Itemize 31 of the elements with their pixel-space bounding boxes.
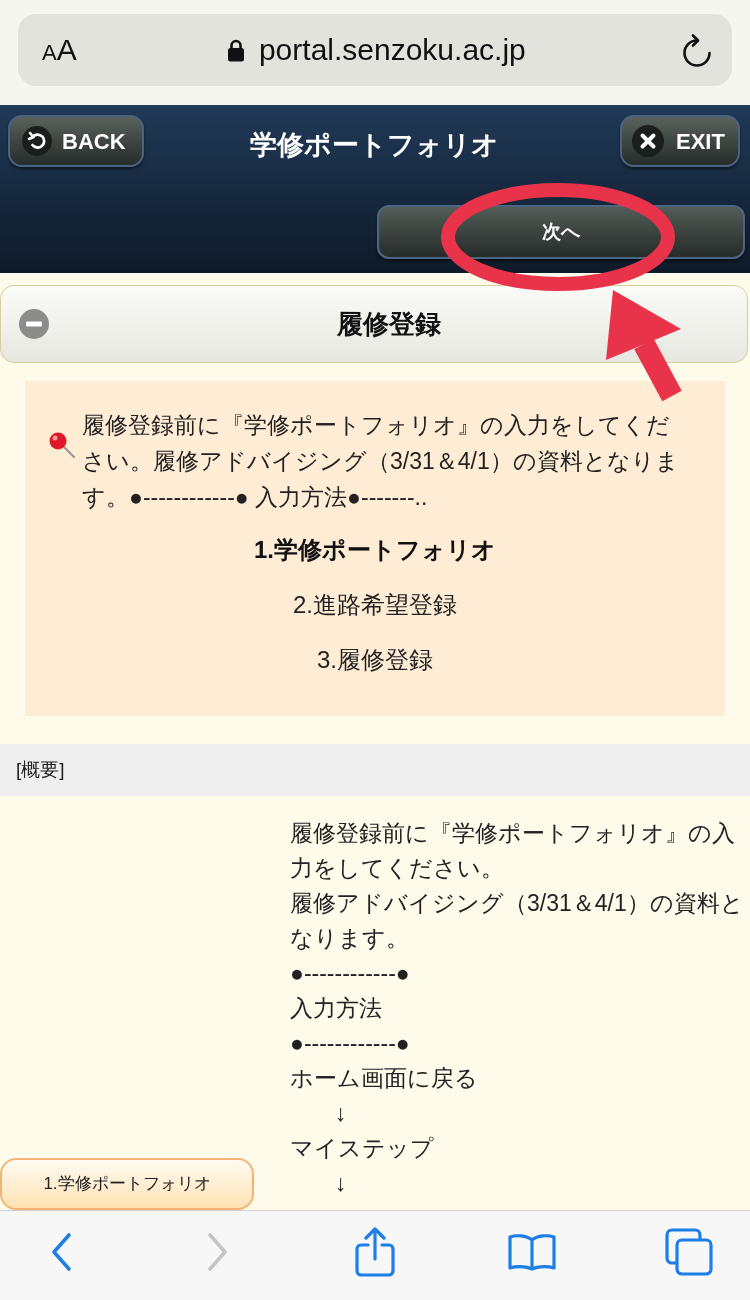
url-text: portal.senzoku.ac.jp [258, 35, 526, 65]
overview-text: 履修登録前に『学修ポートフォリオ』の入力をしてください。 [290, 819, 736, 883]
overview-text: マイステップ [290, 1134, 435, 1163]
step-shortcut-button[interactable]: 1.学修ポートフォリオ [0, 1158, 254, 1210]
page-title: 学修ポートフォリオ [248, 131, 500, 159]
chevron-left-icon[interactable] [50, 1231, 72, 1272]
down-arrow-text: ↓ [334, 1099, 348, 1128]
text-size-button[interactable]: AA [42, 35, 77, 65]
tabs-icon[interactable] [665, 1227, 713, 1276]
step-link[interactable]: 1.学修ポートフォリオ [254, 522, 496, 577]
notice-text: 履修登録前に『学修ポートフォリオ』の入力をしてください。履修アドバイジング（3/31＆4/1）の資料となります。●------------● 入力方法●-------.. [82, 411, 680, 512]
lock-icon [226, 38, 245, 62]
step-link[interactable]: 2.進路希望登録 [293, 577, 457, 632]
overview-text: ●------------● [290, 959, 411, 988]
reload-icon[interactable] [682, 33, 712, 67]
overview-text: ホーム画面に戻る [290, 1064, 479, 1093]
pushpin-icon [48, 431, 76, 459]
share-icon[interactable] [355, 1226, 395, 1277]
exit-button[interactable]: EXIT [620, 115, 740, 167]
overview-text: 履修アドバイジング（3/31＆4/1）の資料となります。 [290, 889, 745, 953]
step-link[interactable]: 3.履修登録 [317, 632, 433, 687]
open-book-icon[interactable] [508, 1232, 556, 1271]
overview-text: 入力方法 [290, 994, 383, 1023]
accordion-header[interactable]: 履修登録 [0, 285, 748, 363]
close-icon [632, 125, 664, 157]
overview-text: ●------------● [290, 1029, 411, 1058]
next-button[interactable]: 次へ [377, 205, 745, 259]
section-heading: [概要] [0, 744, 750, 796]
back-button[interactable]: BACK [8, 115, 144, 167]
down-arrow-text: ↓ [334, 1169, 348, 1198]
address-bar[interactable]: AA portal.senzoku.ac.jp [18, 14, 732, 86]
